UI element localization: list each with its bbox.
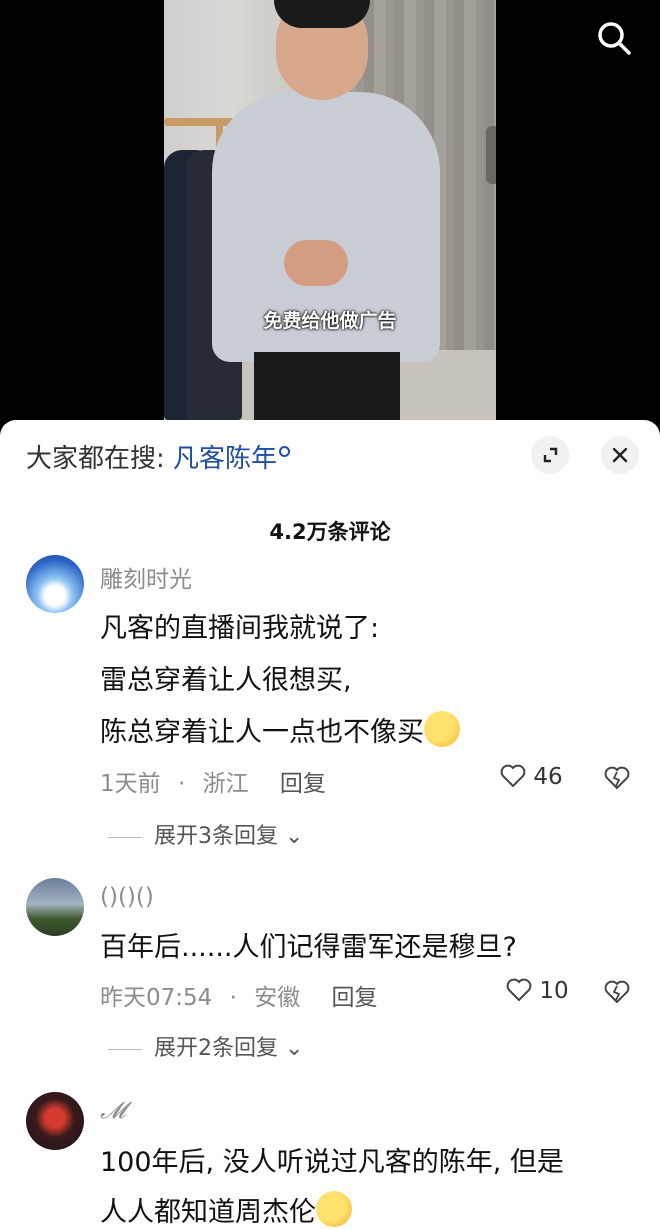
person-hair: [274, 0, 370, 28]
chevron-down-icon: ⌄: [278, 1036, 304, 1061]
avatar[interactable]: [26, 1092, 84, 1150]
comment-text-line: 百年后......人们记得雷军还是穆旦?: [100, 932, 517, 963]
video-player[interactable]: 免费给他做广告: [0, 0, 660, 440]
comment-count: 4.2万条评论: [269, 520, 391, 544]
expand-icon[interactable]: [531, 436, 569, 474]
comment-text-line: 陈总穿着让人一点也不像买: [100, 710, 460, 749]
comment-text-line: 雷总穿着让人很想买,: [100, 665, 352, 696]
expand-replies-label: 展开2条回复: [154, 1036, 278, 1061]
like-button[interactable]: 10: [506, 978, 569, 1004]
comment-text-line: 人人都知道周杰伦: [100, 1190, 352, 1229]
avatar[interactable]: [26, 555, 84, 613]
person-hands: [284, 240, 348, 286]
search-icon[interactable]: [594, 18, 634, 58]
comment-time: 1天前: [100, 771, 161, 797]
comment-username[interactable]: 雕刻时光: [100, 560, 192, 594]
comment-meta: 昨天07:54 · 安徽 回复: [100, 978, 378, 1012]
comment-location: 安徽: [254, 985, 301, 1011]
expand-replies-label: 展开3条回复: [154, 824, 278, 849]
meta-separator: ·: [229, 985, 237, 1011]
close-icon[interactable]: [601, 436, 639, 474]
dislike-icon[interactable]: [604, 766, 630, 792]
heart-icon: [500, 764, 526, 788]
like-count: 10: [539, 978, 569, 1004]
reply-button[interactable]: 回复: [280, 771, 326, 797]
like-count: 46: [533, 764, 563, 790]
dislike-icon[interactable]: [604, 980, 630, 1006]
clothes-rack: [164, 118, 234, 126]
search-mini-icon: [279, 446, 291, 457]
heart-icon: [506, 978, 532, 1002]
divider: [108, 1048, 142, 1050]
avatar[interactable]: [26, 878, 84, 936]
divider: [108, 836, 142, 838]
comment-meta: 1天前 · 浙江 回复: [100, 764, 326, 798]
trending-search[interactable]: 大家都在搜: 凡客陈年: [26, 438, 291, 475]
video-caption: 免费给他做广告: [263, 310, 397, 332]
comment-time: 昨天07:54: [100, 985, 213, 1011]
trending-search-prefix: 大家都在搜:: [26, 444, 165, 474]
mirror: [486, 126, 496, 184]
chevron-down-icon: ⌄: [278, 824, 304, 849]
expand-replies-button[interactable]: 展开2条回复 ⌄: [108, 1030, 303, 1062]
comment-text-line: 100年后, 没人听说过凡客的陈年, 但是: [100, 1147, 564, 1178]
comment-sheet: 大家都在搜: 凡客陈年 4.2万条评论 雕刻时光 凡客的直播间我就说了: 雷总穿…: [0, 420, 660, 1229]
comment-text-segment: 陈总穿着让人一点也不像买: [100, 717, 424, 748]
meta-separator: ·: [177, 771, 186, 797]
comment-username[interactable]: ()()(): [100, 884, 154, 910]
sleepy-emoji-icon: [424, 711, 460, 747]
reply-button[interactable]: 回复: [332, 985, 378, 1011]
like-button[interactable]: 46: [500, 764, 563, 790]
comment-location: 浙江: [202, 771, 249, 797]
comment-text-line: 凡客的直播间我就说了:: [100, 613, 380, 644]
video-frame: 免费给他做广告: [164, 0, 496, 440]
trending-search-keyword[interactable]: 凡客陈年: [173, 444, 277, 474]
expand-replies-button[interactable]: 展开3条回复 ⌄: [108, 818, 303, 850]
laughing-emoji-icon: [316, 1191, 352, 1227]
comment-text-segment: 人人都知道周杰伦: [100, 1197, 316, 1228]
comment-username[interactable]: 𝓜: [100, 1098, 126, 1124]
